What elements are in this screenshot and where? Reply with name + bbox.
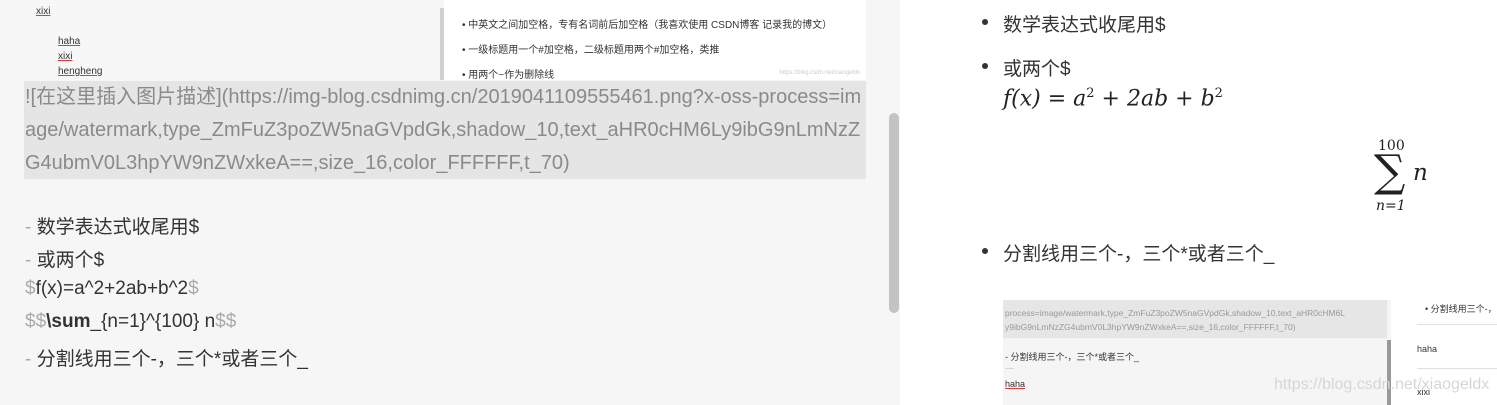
editor-line-inline-math[interactable]: $f(x)=a^2+2ab+b^2$ bbox=[25, 278, 199, 300]
sum-lower-limit: n=1 bbox=[1376, 198, 1406, 214]
bullet-dot bbox=[982, 19, 988, 25]
inline-formula: f(x) = a2 + 2ab + b2 bbox=[1003, 86, 1223, 112]
editor-line-list-item[interactable]: - 分割线用三个-，三个*或者三个_ bbox=[25, 344, 308, 371]
image-markdown-link[interactable]: ![在这里插入图片描述](https://img-blog.csdnimg.cn… bbox=[24, 81, 866, 179]
bullet-dot bbox=[982, 248, 988, 254]
embedded-line: • 分割线用三个-， bbox=[1425, 304, 1497, 314]
editor-line-list-item[interactable]: - 或两个$ bbox=[25, 245, 104, 272]
embedded-scrollbar bbox=[440, 8, 444, 80]
watermark-text: https://blog.csdn.net/xiaogeldx bbox=[1274, 376, 1490, 393]
embedded-watermark: https://blog.csdn.net/xiaogeldx bbox=[779, 70, 860, 76]
embedded-bullet: • 中英文之间加空格，专有名词前后加空格（我喜欢使用 CSDN博客 记录我的博文… bbox=[462, 20, 833, 31]
markdown-editor-pane[interactable]: xixi haha xixi hengheng • 中英文之间加空格，专有名词前… bbox=[0, 0, 900, 405]
bullet-dot bbox=[982, 63, 988, 69]
embedded-line: xixi bbox=[58, 51, 73, 62]
editor-line-list-item[interactable]: - 数学表达式收尾用$ bbox=[25, 212, 199, 239]
embedded-editor-pane: xixi haha xixi hengheng bbox=[26, 0, 444, 80]
editor-scrollbar[interactable] bbox=[889, 113, 899, 313]
embedded-line: haha bbox=[1417, 344, 1438, 354]
embedded-scrollbar bbox=[1387, 340, 1391, 405]
embedded-line: haha bbox=[1005, 379, 1026, 389]
embedded-bullet: • 用两个~作为删除线 bbox=[462, 70, 555, 80]
embedded-preview-pane: • 中英文之间加空格，专有名词前后加空格（我喜欢使用 CSDN博客 记录我的博文… bbox=[446, 0, 866, 80]
embedded-line: hengheng bbox=[58, 66, 103, 77]
sum-body: n bbox=[1413, 160, 1428, 186]
embedded-bullet: • 一级标题用一个#加空格，二级标题用两个#加空格，类推 bbox=[462, 45, 720, 56]
preview-list-item: 或两个$ bbox=[982, 54, 1071, 81]
sum-symbol: ∑ bbox=[1374, 146, 1406, 197]
embedded-line: process=image/watermark,type_ZmFuZ3poZW5… bbox=[1005, 308, 1345, 318]
preview-list-item: 数学表达式收尾用$ bbox=[982, 10, 1166, 37]
embedded-line: haha bbox=[58, 36, 81, 47]
embedded-line: - 分割线用三个-，三个*或者三个_ bbox=[1005, 352, 1140, 362]
embedded-line: --- bbox=[1005, 363, 1014, 373]
embedded-line: y9ibG9nLmNzZG4ubmV0L3hpYW9nZWxkeA==,size… bbox=[1005, 322, 1296, 332]
editor-line-block-math[interactable]: $$\sum_{n=1}^{100} n$$ bbox=[25, 311, 236, 333]
embedded-screenshot-top: xixi haha xixi hengheng • 中英文之间加空格，专有名词前… bbox=[26, 0, 866, 80]
embedded-line: xixi bbox=[36, 6, 51, 17]
preview-list-item: 分割线用三个-，三个*或者三个_ bbox=[982, 239, 1274, 266]
